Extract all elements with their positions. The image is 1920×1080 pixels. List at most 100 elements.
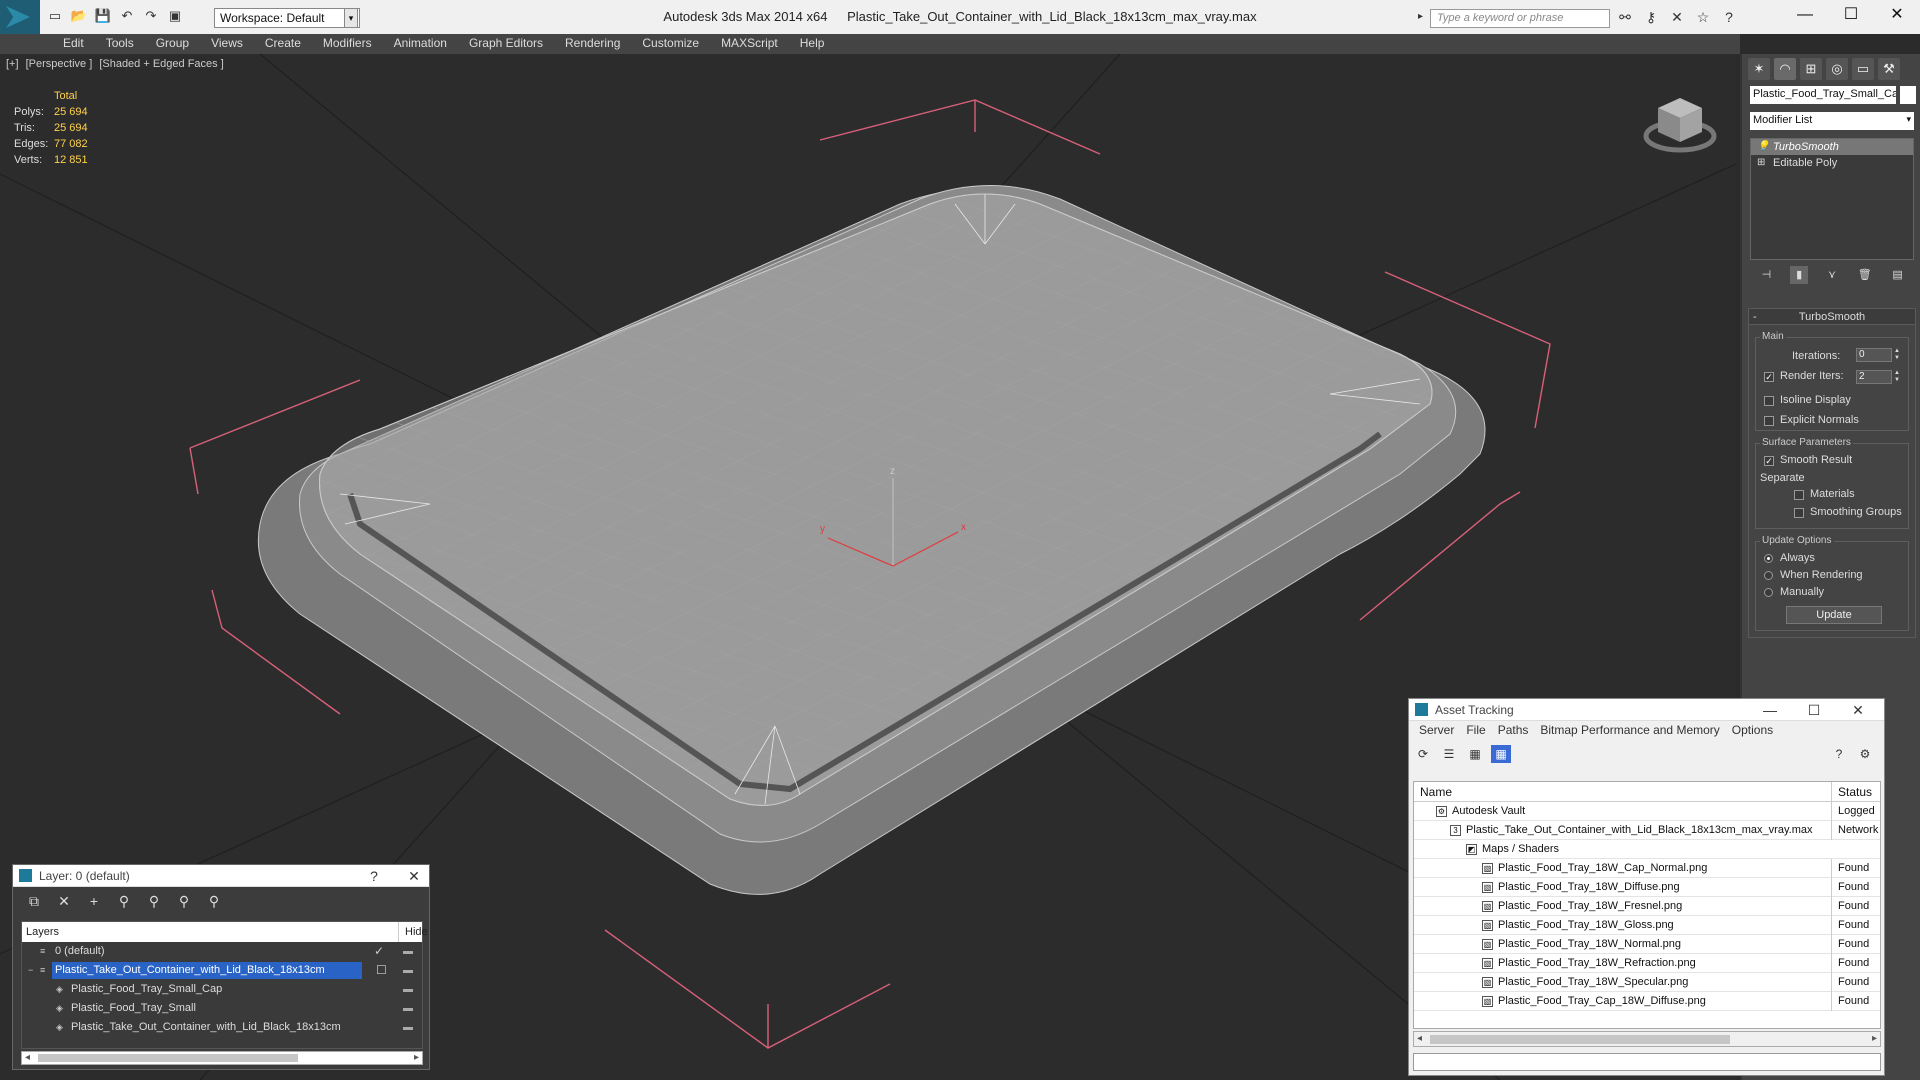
menu-edit[interactable]: Edit — [52, 34, 95, 54]
layer-row-container[interactable]: − ≡ Plastic_Take_Out_Container_with_Lid_… — [22, 961, 422, 980]
viewport-shading-mode[interactable]: [Shaded + Edged Faces ] — [99, 58, 223, 70]
table-view-icon[interactable]: ▦ — [1491, 745, 1511, 763]
scroll-left-icon[interactable]: ◂ — [1417, 1033, 1422, 1044]
close-icon[interactable]: ✕ — [397, 865, 431, 887]
make-current-box-icon[interactable]: ☐ — [376, 961, 387, 980]
render-iters-spinner[interactable]: 2 — [1856, 370, 1892, 384]
hide-all-layers-icon[interactable]: ⚲ — [173, 891, 195, 911]
asset-menu-bitmap-performance[interactable]: Bitmap Performance and Memory — [1534, 721, 1725, 741]
binoculars-icon[interactable]: ⚯ — [1616, 8, 1634, 26]
col-status[interactable]: Status — [1831, 782, 1880, 802]
search-expand-icon[interactable]: ▸ — [1418, 11, 1423, 22]
smooth-result-checkbox[interactable]: ✓ — [1764, 456, 1774, 466]
workspace-select[interactable]: Workspace: Default ▾ — [214, 8, 360, 28]
update-manually-radio[interactable] — [1764, 588, 1773, 597]
update-when-rendering-radio[interactable] — [1764, 571, 1773, 580]
hide-toggle[interactable]: ▬ — [398, 999, 418, 1018]
asset-row[interactable]: ▧ Plastic_Food_Tray_18W_Normal.png Found — [1414, 935, 1880, 954]
asset-menu-server[interactable]: Server — [1413, 721, 1460, 741]
collapse-icon[interactable]: − — [28, 965, 38, 975]
scroll-right-icon[interactable]: ▸ — [1872, 1033, 1877, 1044]
maximize-button[interactable]: ☐ — [1828, 0, 1874, 32]
thumbnail-view-icon[interactable]: ▦ — [1465, 745, 1485, 763]
update-button[interactable]: Update — [1786, 606, 1882, 624]
key-icon[interactable]: ⚷ — [1642, 8, 1660, 26]
materials-checkbox[interactable] — [1794, 490, 1804, 500]
freeze-all-layers-icon[interactable]: ⚲ — [203, 891, 225, 911]
asset-window-titlebar[interactable]: Asset Tracking — ☐ ✕ — [1409, 699, 1884, 721]
menu-rendering[interactable]: Rendering — [554, 34, 631, 54]
modify-tab-icon[interactable]: ◠ — [1774, 58, 1796, 80]
quick-access-dropdown[interactable]: ▾ — [344, 8, 358, 28]
asset-menu-options[interactable]: Options — [1726, 721, 1779, 741]
stack-item-turbosmooth[interactable]: 💡 TurboSmooth — [1751, 139, 1913, 155]
object-color-swatch[interactable] — [1900, 86, 1916, 104]
utilities-tab-icon[interactable]: ⚒ — [1878, 58, 1900, 80]
menu-customize[interactable]: Customize — [631, 34, 710, 54]
hide-toggle[interactable]: ▬ — [398, 942, 418, 961]
create-layer-icon[interactable]: ⧉ — [23, 891, 45, 911]
exchange-icon[interactable]: ✕ — [1668, 8, 1686, 26]
rollout-header[interactable]: - TurboSmooth — [1749, 309, 1915, 325]
hierarchy-tab-icon[interactable]: ⊞ — [1800, 58, 1822, 80]
explicit-normals-checkbox[interactable] — [1764, 416, 1774, 426]
asset-row[interactable]: ▧ Plastic_Food_Tray_Cap_18W_Diffuse.png … — [1414, 992, 1880, 1011]
undo-icon[interactable]: ↶ — [118, 7, 136, 25]
asset-row[interactable]: ▧ Plastic_Food_Tray_18W_Diffuse.png Foun… — [1414, 878, 1880, 897]
layer-window-titlebar[interactable]: Layer: 0 (default) ? ✕ — [13, 865, 429, 887]
maximize-icon[interactable]: ☐ — [1797, 699, 1831, 721]
asset-row[interactable]: ⚙ Autodesk Vault Logged — [1414, 802, 1880, 821]
modifier-list-dropdown[interactable]: Modifier List ▾ — [1750, 112, 1914, 130]
asset-row[interactable]: ◩ Maps / Shaders — [1414, 840, 1880, 859]
configure-sets-icon[interactable]: ▤ — [1889, 266, 1907, 284]
list-view-icon[interactable]: ☰ — [1439, 745, 1459, 763]
asset-row[interactable]: ▧ Plastic_Food_Tray_18W_Specular.png Fou… — [1414, 973, 1880, 992]
make-unique-icon[interactable]: ⋎ — [1823, 266, 1841, 284]
refresh-icon[interactable]: ⟳ — [1413, 745, 1433, 763]
scroll-thumb[interactable] — [1430, 1035, 1730, 1044]
menu-views[interactable]: Views — [200, 34, 254, 54]
show-end-result-icon[interactable]: ▮ — [1790, 266, 1809, 284]
delete-layer-icon[interactable]: ✕ — [53, 891, 75, 911]
scroll-thumb[interactable] — [38, 1054, 298, 1062]
menu-tools[interactable]: Tools — [95, 34, 145, 54]
select-in-layer-icon[interactable]: ⚲ — [113, 891, 135, 911]
col-hide[interactable]: Hide — [398, 922, 428, 942]
create-tab-icon[interactable]: ✶ — [1748, 58, 1770, 80]
add-to-layer-icon[interactable]: + — [83, 891, 105, 911]
layer-row-object[interactable]: ◈ Plastic_Food_Tray_Small ▬ — [22, 999, 422, 1018]
layer-horizontal-scrollbar[interactable]: ◂ ▸ — [21, 1051, 423, 1065]
render-iters-checkbox[interactable]: ✓ — [1764, 372, 1774, 382]
isoline-display-checkbox[interactable] — [1764, 396, 1774, 406]
save-file-icon[interactable]: 💾 — [94, 7, 112, 25]
project-folder-icon[interactable]: ▣ — [166, 7, 184, 25]
menu-animation[interactable]: Animation — [383, 34, 458, 54]
layer-row-object[interactable]: ◈ Plastic_Food_Tray_Small_Cap ▬ — [22, 980, 422, 999]
menu-modifiers[interactable]: Modifiers — [312, 34, 383, 54]
spinner-arrows-icon[interactable]: ▲ ▼ — [1894, 348, 1902, 362]
help-icon[interactable]: ? — [1829, 745, 1849, 763]
hide-toggle[interactable]: ▬ — [398, 1018, 418, 1037]
layer-row-object[interactable]: ◈ Plastic_Take_Out_Container_with_Lid_Bl… — [22, 1018, 422, 1037]
new-file-icon[interactable]: ▭ — [46, 7, 64, 25]
asset-path-field[interactable] — [1413, 1053, 1881, 1071]
settings-icon[interactable]: ⚙ — [1855, 745, 1875, 763]
update-always-radio[interactable] — [1764, 554, 1773, 563]
minimize-icon[interactable]: — — [1753, 699, 1787, 721]
asset-menu-file[interactable]: File — [1460, 721, 1491, 741]
menu-group[interactable]: Group — [145, 34, 200, 54]
spinner-arrows-icon[interactable]: ▲ ▼ — [1894, 370, 1902, 384]
asset-row[interactable]: ▧ Plastic_Food_Tray_18W_Gloss.png Found — [1414, 916, 1880, 935]
col-name[interactable]: Name — [1420, 782, 1452, 802]
menu-create[interactable]: Create — [254, 34, 312, 54]
app-logo-button[interactable] — [0, 0, 40, 34]
remove-modifier-icon[interactable]: 🗑 — [1856, 266, 1874, 284]
scroll-right-icon[interactable]: ▸ — [414, 1052, 419, 1063]
pin-stack-icon[interactable]: ⊣ — [1757, 266, 1775, 284]
viewport-point-of-view[interactable]: [Perspective ] — [26, 58, 93, 70]
stack-item-editable-poly[interactable]: ⊞ Editable Poly — [1751, 155, 1913, 171]
help-icon[interactable]: ? — [1720, 8, 1738, 26]
layer-row-default[interactable]: ≡ 0 (default) ✓ ▬ — [22, 942, 422, 961]
viewport-menu-plus[interactable]: [+] — [6, 58, 19, 70]
display-tab-icon[interactable]: ▭ — [1852, 58, 1874, 80]
